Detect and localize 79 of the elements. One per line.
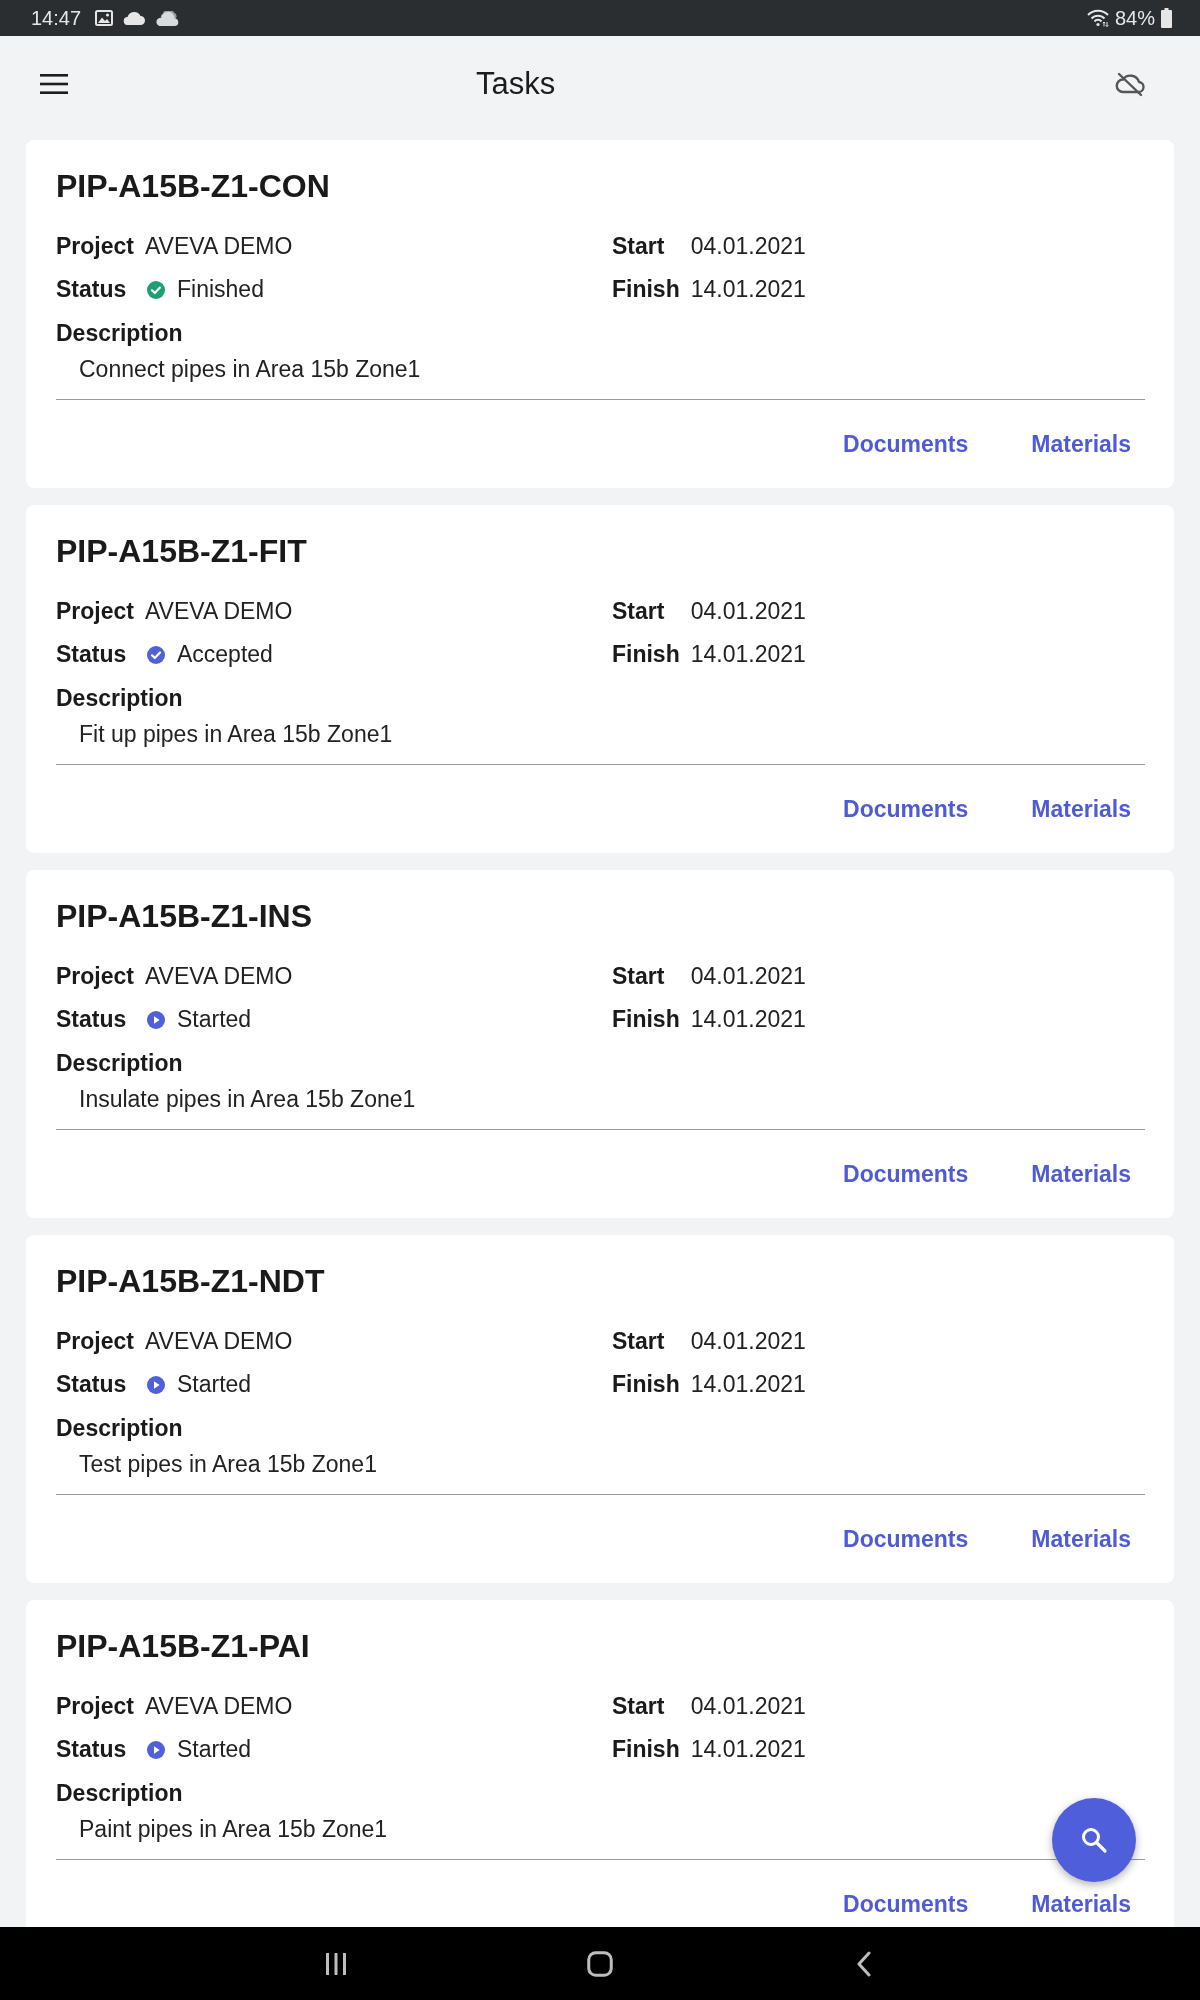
field-label: Description (56, 684, 183, 713)
field-label: Start (612, 598, 665, 625)
field-value: 14.01.2021 (690, 1006, 806, 1033)
task-title: PIP-A15B-Z1-FIT (56, 532, 307, 571)
field-label: Description (56, 1779, 183, 1808)
field-label: Finish (612, 1371, 680, 1398)
field-label: Status (56, 641, 127, 668)
field-value: 14.01.2021 (690, 1736, 806, 1763)
field-label: Start (612, 1328, 665, 1355)
action-link[interactable]: Documents (827, 1517, 985, 1561)
field-label: Description (56, 319, 183, 348)
cloud-icon (123, 11, 146, 25)
field-label: Project (56, 1693, 134, 1720)
recent-apps-icon[interactable] (325, 1951, 347, 1976)
action-link[interactable]: Documents (827, 1152, 985, 1196)
task-title: PIP-A15B-Z1-INS (56, 897, 313, 936)
status-text: Started (177, 1736, 252, 1763)
field-label: Status (56, 276, 127, 303)
field-value: 04.01.2021 (690, 233, 806, 260)
battery-percent: 84% (1114, 6, 1155, 30)
description-text: Connect pipes in Area 15b Zone1 (79, 355, 421, 384)
field-value: 14.01.2021 (690, 276, 806, 303)
field-value: 04.01.2021 (690, 963, 806, 990)
field-label: Project (56, 598, 134, 625)
field-label: Status (56, 1736, 127, 1763)
field-label: Finish (612, 1736, 680, 1763)
action-link[interactable]: Materials (1015, 1882, 1147, 1926)
battery-icon (1161, 8, 1172, 28)
field-label: Project (56, 233, 134, 260)
status-text: Accepted (177, 641, 273, 668)
field-label: Project (56, 1328, 134, 1355)
search-icon (1081, 1827, 1107, 1853)
field-label: Project (56, 963, 134, 990)
field-value: AVEVA DEMO (145, 1693, 293, 1720)
back-icon[interactable] (857, 1950, 871, 1977)
action-link[interactable]: Documents (827, 422, 985, 466)
action-link[interactable]: Documents (827, 1882, 985, 1926)
field-value: 14.01.2021 (690, 1371, 806, 1398)
field-value: AVEVA DEMO (145, 963, 293, 990)
action-link[interactable]: Materials (1015, 422, 1147, 466)
field-label: Finish (612, 1006, 680, 1033)
action-link[interactable]: Materials (1015, 787, 1147, 831)
action-link[interactable]: Materials (1015, 1517, 1147, 1561)
field-value: AVEVA DEMO (145, 233, 293, 260)
menu-icon (40, 74, 68, 94)
action-link[interactable]: Materials (1015, 1152, 1147, 1196)
image-icon (95, 10, 114, 26)
field-value: AVEVA DEMO (145, 598, 293, 625)
field-value: 04.01.2021 (690, 1693, 806, 1720)
status-text: Finished (177, 276, 264, 303)
description-text: Fit up pipes in Area 15b Zone1 (79, 720, 393, 749)
crossed-cloud-icon (1115, 71, 1145, 97)
field-label: Status (56, 1371, 127, 1398)
description-text: Paint pipes in Area 15b Zone1 (79, 1815, 388, 1844)
description-text: Insulate pipes in Area 15b Zone1 (79, 1085, 416, 1114)
field-label: Start (612, 963, 665, 990)
field-label: Description (56, 1049, 183, 1078)
wifi-icon (1086, 9, 1109, 27)
field-label: Start (612, 1693, 665, 1720)
field-value: 04.01.2021 (690, 598, 806, 625)
home-icon[interactable] (587, 1950, 613, 1977)
field-label: Finish (612, 641, 680, 668)
clouds-icon (155, 10, 180, 26)
field-label: Description (56, 1414, 183, 1443)
field-label: Finish (612, 276, 680, 303)
field-value: AVEVA DEMO (145, 1328, 293, 1355)
status-time: 14:47 (31, 6, 82, 30)
task-title: PIP-A15B-Z1-NDT (56, 1262, 325, 1301)
description-text: Test pipes in Area 15b Zone1 (79, 1450, 377, 1479)
status-text: Started (177, 1371, 252, 1398)
status-text: Started (177, 1006, 252, 1033)
field-label: Start (612, 233, 665, 260)
page-title: Tasks (476, 65, 556, 103)
action-link[interactable]: Documents (827, 787, 985, 831)
field-value: 04.01.2021 (690, 1328, 806, 1355)
task-title: PIP-A15B-Z1-PAI (56, 1627, 310, 1666)
field-value: 14.01.2021 (690, 641, 806, 668)
field-label: Status (56, 1006, 127, 1033)
task-title: PIP-A15B-Z1-CON (56, 167, 330, 206)
